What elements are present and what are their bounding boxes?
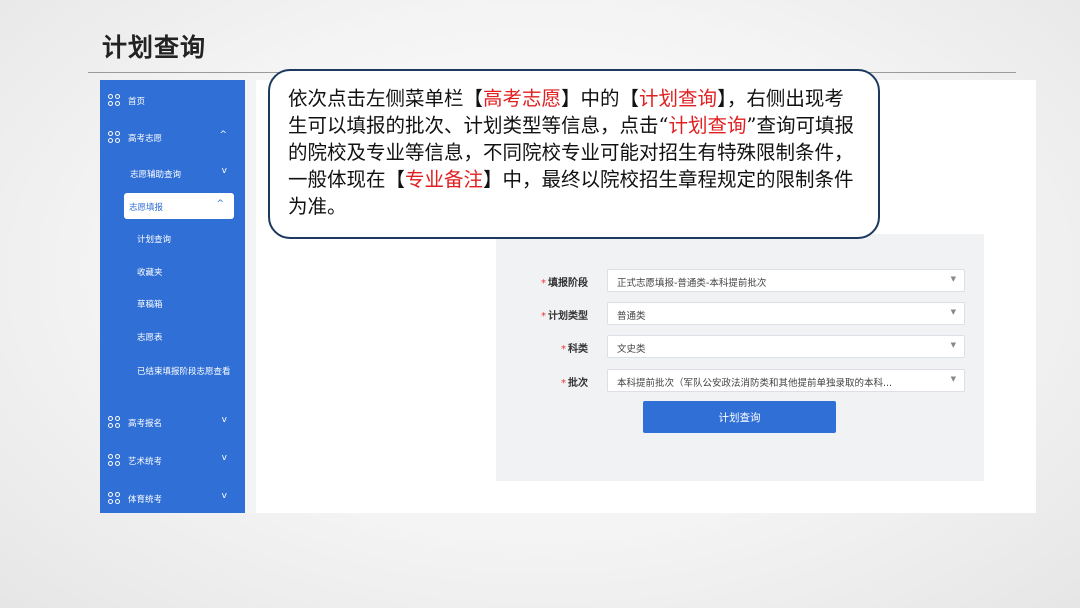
slide-title: 计划查询 <box>102 33 207 62</box>
sidebar-item-label: 志愿填报 <box>129 203 164 213</box>
grid-icon <box>108 94 120 106</box>
sidebar-item-label: 高考志愿 <box>128 134 163 144</box>
sidebar-item-jihua-chaxun[interactable]: 计划查询 <box>100 225 245 251</box>
batch-select[interactable]: 本科提前批次（军队公安政法消防类和其他提前单独录取的本科... ▼ <box>607 369 965 392</box>
required-mark: * <box>561 344 566 355</box>
grid-icon <box>108 492 120 504</box>
sidebar-item-drafts[interactable]: 草稿箱 <box>100 290 245 316</box>
grid-icon <box>108 416 120 428</box>
form-label: * 计划类型 <box>541 311 588 322</box>
sidebar-item-gaokao-zhiyuan[interactable]: 高考志愿 ^ <box>100 124 245 150</box>
grid-icon <box>108 454 120 466</box>
sidebar-item-ended-stage[interactable]: 已结束填报阶段志愿查看 <box>137 366 237 379</box>
callout-text: 】中的【 <box>561 87 640 110</box>
select-value: 普通类 <box>617 311 646 322</box>
dropdown-arrow-icon: ▼ <box>950 308 956 316</box>
stage-select[interactable]: 正式志愿填报-普通类-本科提前批次 ▼ <box>607 269 965 292</box>
sidebar-item-zhiyuan-tianbao[interactable]: 志愿填报 ^ <box>124 193 234 219</box>
dropdown-arrow-icon: ▼ <box>950 375 956 383</box>
sidebar-item-label: 计划查询 <box>137 235 172 245</box>
sidebar-item-label: 志愿表 <box>137 333 163 343</box>
subject-select[interactable]: 文史类 ▼ <box>607 335 965 358</box>
required-mark: * <box>541 278 546 289</box>
dropdown-arrow-icon: ▼ <box>950 341 956 349</box>
callout-highlight: 计划查询 <box>639 87 718 110</box>
dropdown-arrow-icon: ▼ <box>950 275 956 283</box>
sidebar-item-label: 体育统考 <box>128 495 163 505</box>
callout-highlight: 高考志愿 <box>483 87 562 110</box>
sidebar-item-zhiyuan-biao[interactable]: 志愿表 <box>100 323 245 349</box>
plan-type-select[interactable]: 普通类 ▼ <box>607 302 965 325</box>
sidebar-item-label: 高考报名 <box>128 419 163 429</box>
form-label: * 批次 <box>561 378 588 389</box>
sidebar-item-label: 草稿箱 <box>137 300 163 310</box>
callout-highlight: 专业备注 <box>405 168 484 191</box>
form-label: * 科类 <box>561 344 588 355</box>
sidebar-item-zhiyuan-fuzhu[interactable]: 志愿辅助查询 v <box>100 160 245 186</box>
chevron-down-icon: v <box>221 166 227 176</box>
chevron-up-icon: ^ <box>219 130 227 140</box>
sidebar-item-label: 首页 <box>128 97 146 107</box>
form-row-stage: * 填报阶段 正式志愿填报-普通类-本科提前批次 ▼ <box>496 269 984 293</box>
sidebar-item-favorites[interactable]: 收藏夹 <box>100 258 245 284</box>
chevron-up-icon: ^ <box>216 199 224 209</box>
sidebar: 首页 高考志愿 ^ 志愿辅助查询 v 志愿填报 ^ 计划查询 收藏夹 草稿箱 志… <box>100 80 245 513</box>
chevron-down-icon: v <box>221 415 227 425</box>
sidebar-item-label: 志愿辅助查询 <box>130 170 182 180</box>
instruction-callout: 依次点击左侧菜单栏【高考志愿】中的【计划查询】，右侧出现考生可以填报的批次、计划… <box>268 69 880 239</box>
sidebar-item-home[interactable]: 首页 <box>100 87 245 113</box>
form-row-plan-type: * 计划类型 普通类 ▼ <box>496 302 984 326</box>
callout-text: 依次点击左侧菜单栏【 <box>288 87 484 110</box>
query-form: * 填报阶段 正式志愿填报-普通类-本科提前批次 ▼ * 计划类型 普通类 ▼ * 科… <box>496 234 984 481</box>
select-value: 正式志愿填报-普通类-本科提前批次 <box>617 278 767 289</box>
form-row-batch: * 批次 本科提前批次（军队公安政法消防类和其他提前单独录取的本科... ▼ <box>496 369 984 393</box>
required-mark: * <box>541 311 546 322</box>
sidebar-item-gaokao-baoming[interactable]: 高考报名 v <box>100 409 245 435</box>
chevron-down-icon: v <box>221 491 227 501</box>
callout-highlight: 计划查询 <box>668 114 747 137</box>
sidebar-item-yishu-tongkao[interactable]: 艺术统考 v <box>100 447 245 473</box>
sidebar-item-tiyu-tongkao[interactable]: 体育统考 v <box>100 485 245 511</box>
plan-query-button[interactable]: 计划查询 <box>643 401 836 433</box>
sidebar-item-label: 收藏夹 <box>137 268 163 278</box>
grid-icon <box>108 131 120 143</box>
select-value: 本科提前批次（军队公安政法消防类和其他提前单独录取的本科... <box>617 378 893 389</box>
select-value: 文史类 <box>617 344 646 355</box>
required-mark: * <box>561 378 566 389</box>
form-row-subject: * 科类 文史类 ▼ <box>496 335 984 359</box>
chevron-down-icon: v <box>221 453 227 463</box>
sidebar-item-label: 艺术统考 <box>128 457 163 467</box>
form-label: * 填报阶段 <box>541 278 588 289</box>
